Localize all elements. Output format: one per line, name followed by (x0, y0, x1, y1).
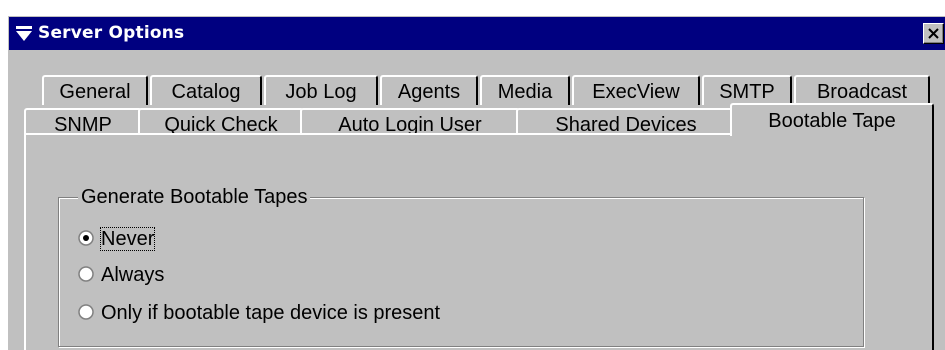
group-title: Generate Bootable Tapes (78, 186, 311, 208)
close-icon (928, 28, 939, 39)
radio-label-never: Never (100, 227, 156, 251)
tab-job-log[interactable]: Job Log (264, 75, 378, 105)
radio-label-always: Always (101, 264, 165, 286)
tab-broadcast[interactable]: Broadcast (794, 75, 930, 105)
close-button[interactable] (923, 23, 944, 44)
tab-bootable-tape[interactable]: Bootable Tape (730, 103, 934, 136)
tab-agents[interactable]: Agents (380, 75, 478, 105)
tab-catalog[interactable]: Catalog (150, 75, 262, 105)
tab-execview[interactable]: ExecView (572, 75, 700, 105)
radio-selected-icon[interactable] (78, 230, 94, 246)
radio-unselected-icon[interactable] (78, 266, 94, 282)
radio-unselected-icon[interactable] (78, 304, 94, 320)
window-title: Server Options (38, 23, 185, 43)
tab-media[interactable]: Media (480, 75, 570, 105)
tab-smtp[interactable]: SMTP (702, 75, 792, 105)
tab-general[interactable]: General (42, 75, 148, 105)
title-bar[interactable]: Server Options (9, 17, 945, 50)
radio-label-only-if-present: Only if bootable tape device is present (101, 302, 441, 324)
funnel-icon (16, 26, 32, 41)
